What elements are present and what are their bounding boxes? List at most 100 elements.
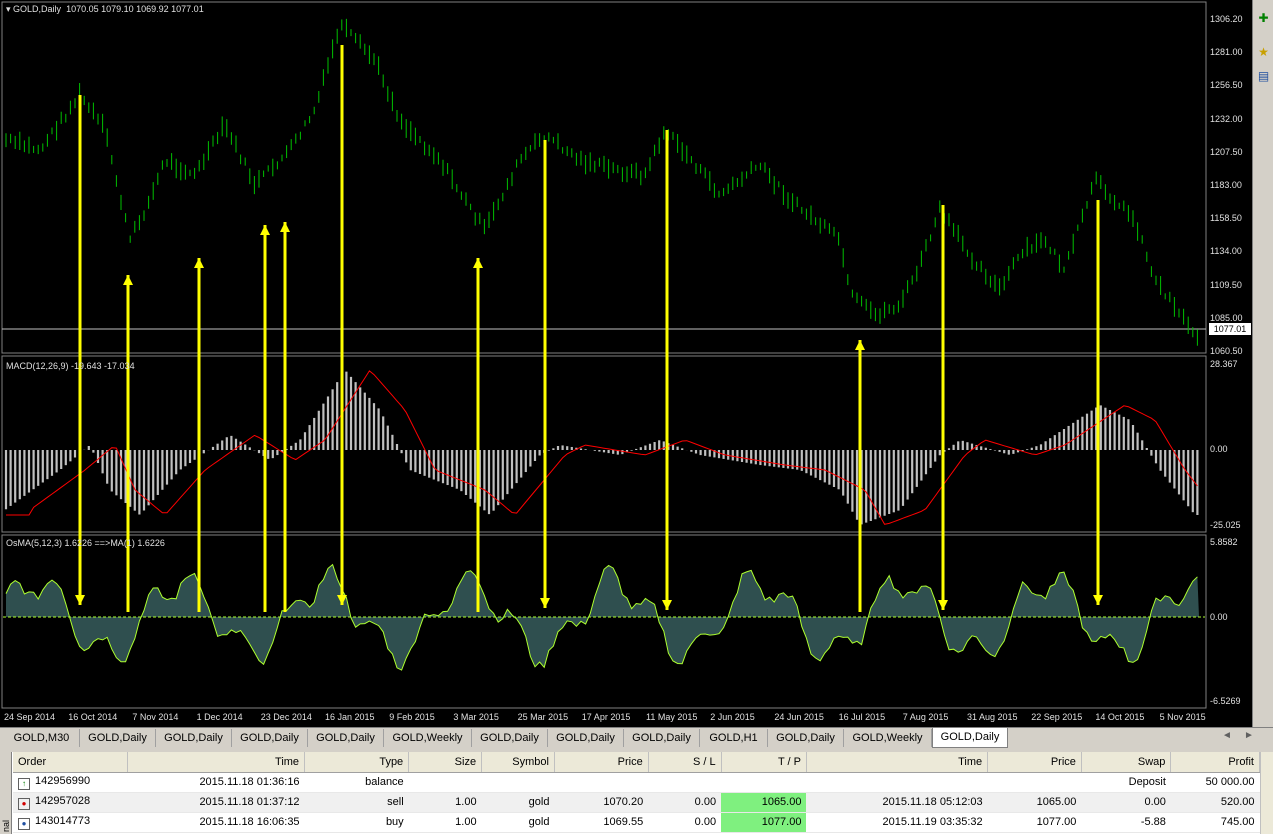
metatrader-window: ▾ GOLD,Daily 1070.05 1079.10 1069.92 107… — [0, 0, 1273, 834]
arrow-head-icon — [280, 222, 290, 232]
table-row[interactable]: ● 142957028 2015.11.18 01:37:12 sell 1.00 gol… — [13, 792, 1260, 813]
ohlc-values: 1070.05 1079.10 1069.92 1077.01 — [66, 4, 204, 14]
column-header[interactable]: Type — [304, 752, 410, 773]
cell-order: ● 142957028 — [13, 792, 128, 813]
cell-type: balance — [304, 772, 409, 793]
chart-tab[interactable]: GOLD,Daily — [624, 729, 700, 747]
arrow-head-icon — [123, 275, 133, 285]
date-tick: 3 Mar 2015 — [453, 712, 499, 722]
cell-price: 1070.20 — [554, 792, 649, 813]
cell-close_time: 2015.11.19 03:35:32 — [806, 812, 988, 833]
chart-tab[interactable]: GOLD,Weekly — [384, 729, 472, 747]
table-row[interactable]: ● 143014773 2015.11.18 16:06:35 buy 1.00 gold… — [13, 812, 1260, 833]
chart-tab[interactable]: GOLD,Daily — [156, 729, 232, 747]
price-tick: 1256.50 — [1210, 80, 1243, 91]
column-header[interactable]: Price — [554, 752, 649, 773]
price-tick: 1158.50 — [1210, 213, 1242, 224]
favorites-star-icon[interactable]: ★ — [1255, 44, 1272, 61]
chart-tabs: GOLD,M30 GOLD,Daily GOLD,Daily GOLD,Daily GO… — [0, 727, 1273, 748]
osma-pane-frame — [1, 534, 1207, 709]
table-header: Order Time Type Size Symbol Price S / LT / P Ti… — [13, 752, 1260, 773]
arrow-head-icon — [75, 595, 85, 605]
chart-tab[interactable]: GOLD,Daily — [232, 729, 308, 747]
cell-sl: 0.00 — [648, 812, 722, 833]
column-header[interactable]: Swap — [1081, 752, 1172, 773]
deposit-icon: ↑ — [18, 777, 30, 790]
cell-tp — [721, 772, 807, 793]
cell-profit: 50 000.00 — [1170, 772, 1260, 793]
chart-tab[interactable]: GOLD,Daily — [472, 729, 548, 747]
chart-tab[interactable]: GOLD,Daily — [80, 729, 156, 747]
date-tick: 9 Feb 2015 — [389, 712, 435, 722]
column-header[interactable]: Order — [13, 752, 129, 773]
cell-close_price — [987, 772, 1082, 793]
column-header[interactable]: Price — [987, 752, 1082, 773]
main-pane-frame — [1, 1, 1207, 354]
price-tick: 1060.50 — [1210, 346, 1243, 356]
chart-canvas[interactable] — [0, 0, 1252, 727]
cell-symbol — [481, 772, 555, 793]
cell-type: sell — [304, 792, 409, 813]
cell-swap: 0.00 — [1081, 792, 1171, 813]
column-header[interactable]: Symbol — [481, 752, 555, 773]
column-header[interactable]: T / P — [721, 752, 807, 773]
cell-order: ↑ 142956990 — [13, 772, 128, 793]
account-history-table: Order Time Type Size Symbol Price S / LT / P Ti… — [13, 752, 1260, 833]
cell-order: ● 143014773 — [13, 812, 128, 833]
arrow-head-icon — [260, 225, 270, 235]
arrow-head-icon — [473, 258, 483, 268]
column-header[interactable]: S / L — [648, 752, 722, 773]
add-icon[interactable]: ✚ — [1255, 10, 1272, 27]
column-header[interactable]: Profit — [1170, 752, 1260, 773]
chart-tab[interactable]: GOLD,M30 — [4, 729, 80, 747]
cell-close_price: 1077.00 — [987, 812, 1082, 833]
column-header[interactable]: Time — [127, 752, 306, 773]
date-tick: 7 Aug 2015 — [902, 712, 949, 722]
date-tick: 17 Apr 2015 — [581, 712, 631, 722]
date-tick: 5 Nov 2015 — [1159, 712, 1206, 722]
chart-tab[interactable]: GOLD,H1 — [700, 729, 768, 747]
macd-tick-top: 28.367 — [1210, 359, 1238, 369]
cell-close_time: 2015.11.18 05:12:03 — [806, 792, 988, 813]
macd-signal-line — [6, 370, 1198, 525]
chart-tab[interactable]: GOLD,Daily — [548, 729, 624, 747]
cell-profit: 520.00 — [1170, 792, 1260, 813]
collapse-icon[interactable]: ▾ — [6, 4, 13, 14]
price-tick: 1085.00 — [1210, 312, 1243, 323]
chart-area[interactable]: ▾ GOLD,Daily 1070.05 1079.10 1069.92 107… — [0, 0, 1252, 727]
cell-type: buy — [304, 812, 409, 833]
price-tick: 1281.00 — [1210, 47, 1243, 58]
chart-tab[interactable]: GOLD,Daily — [768, 729, 844, 747]
cell-close_price: 1065.00 — [987, 792, 1082, 813]
vertical-scrollbar[interactable] — [1260, 752, 1273, 834]
osma-tick-zero: 0.00 — [1210, 612, 1228, 622]
macd-label: MACD(12,26,9) -19.643 -17.034 — [6, 361, 135, 371]
column-header[interactable]: Size — [408, 752, 483, 773]
arrow-head-icon — [855, 340, 865, 350]
column-header[interactable]: Time — [806, 752, 989, 773]
date-tick: 14 Oct 2015 — [1095, 712, 1145, 722]
osma-label: OsMA(5,12,3) 1.6226 ==>MA(1) 1.6226 — [6, 538, 165, 548]
order-id: 143014773 — [35, 814, 91, 827]
price-tick: 1306.20 — [1210, 14, 1243, 24]
main-pane-title: ▾ GOLD,Daily 1070.05 1079.10 1069.92 107… — [6, 4, 204, 14]
tab-next-icon[interactable]: ► — [1244, 730, 1254, 741]
chart-tab[interactable]: GOLD,Daily — [932, 728, 1008, 748]
chart-tab[interactable]: GOLD,Daily — [308, 729, 384, 747]
tab-prev-icon[interactable]: ◄ — [1222, 730, 1232, 741]
terminal-side-label: nal — [0, 752, 12, 834]
table-row[interactable]: ↑ 142956990 2015.11.18 01:36:16 balance Depo… — [13, 772, 1260, 793]
date-tick: 16 Jul 2015 — [838, 712, 886, 722]
chart-tab[interactable]: GOLD,Weekly — [844, 729, 932, 747]
right-toolbar: ✚ ★ ▤ — [1252, 0, 1273, 727]
cell-swap: -5.88 — [1081, 812, 1171, 833]
date-tick: 24 Jun 2015 — [774, 712, 824, 722]
cell-tp: 1065.00 — [721, 792, 807, 813]
order-id: 142957028 — [35, 794, 91, 807]
window-list-icon[interactable]: ▤ — [1255, 68, 1272, 85]
date-tick: 24 Sep 2014 — [4, 712, 56, 722]
cell-tp: 1077.00 — [721, 812, 807, 833]
date-tick: 16 Jan 2015 — [325, 712, 375, 722]
price-tick: 1109.50 — [1210, 279, 1242, 290]
date-tick: 7 Nov 2014 — [132, 712, 179, 722]
